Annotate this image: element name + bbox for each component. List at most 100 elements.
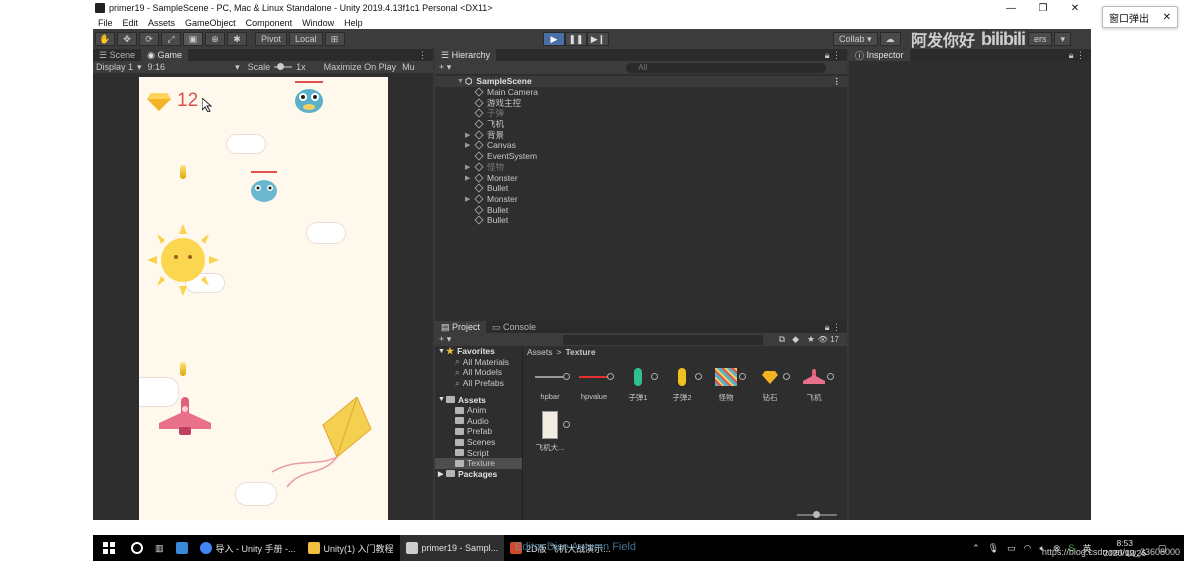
- inspector-lock-icon[interactable]: 🔒︎ ⋮: [1069, 50, 1085, 61]
- layers-dropdown[interactable]: ers: [1027, 32, 1053, 46]
- step-button[interactable]: ▶❙: [587, 32, 609, 46]
- favorite-item[interactable]: ⌕ All Models: [435, 367, 522, 378]
- icon-size-slider[interactable]: [797, 511, 837, 518]
- windows-start-icon[interactable]: [93, 535, 125, 561]
- filter-label-icon[interactable]: ◆: [792, 334, 799, 345]
- breadcrumb-current[interactable]: Texture: [565, 347, 595, 357]
- scene-menu-icon[interactable]: ⋮: [833, 76, 842, 87]
- asset-item[interactable]: 怪物: [704, 366, 748, 403]
- favorite-item[interactable]: ⌕ All Prefabs: [435, 378, 522, 389]
- project-add-button[interactable]: + ▾: [439, 334, 451, 345]
- menu-assets[interactable]: Assets: [143, 18, 180, 28]
- store-icon[interactable]: [170, 535, 194, 561]
- close-button[interactable]: ✕: [1059, 0, 1091, 16]
- scale-tool-icon[interactable]: ⤢: [161, 32, 181, 46]
- hierarchy-add-button[interactable]: + ▾: [439, 62, 451, 73]
- hand-tool-icon[interactable]: ✋: [95, 32, 115, 46]
- hierarchy-item[interactable]: Bullet: [435, 204, 847, 215]
- taskbar-app-chrome[interactable]: 导入 - Unity 手册 -...: [194, 535, 302, 561]
- menu-file[interactable]: File: [93, 18, 118, 28]
- menu-edit[interactable]: Edit: [118, 18, 144, 28]
- asset-item[interactable]: hpbar: [528, 366, 572, 401]
- taskbar-app-folder[interactable]: Unity(1) 入门教程: [302, 535, 400, 561]
- project-lock-icon[interactable]: 🔒︎ ⋮: [825, 322, 841, 333]
- tab-inspector[interactable]: ⓘ Inspector: [849, 49, 910, 61]
- menu-component[interactable]: Component: [241, 18, 298, 28]
- wifi-icon[interactable]: ◠: [1024, 543, 1032, 554]
- asset-item[interactable]: hpvalue: [572, 366, 616, 401]
- menu-help[interactable]: Help: [339, 18, 368, 28]
- restore-button[interactable]: ❐: [1027, 0, 1059, 16]
- hierarchy-item[interactable]: ▶ 怪物: [435, 162, 847, 173]
- menu-window[interactable]: Window: [297, 18, 339, 28]
- tab-scene[interactable]: ☰ Scene: [93, 49, 141, 61]
- game-view[interactable]: 12: [139, 77, 388, 520]
- mute-audio-toggle[interactable]: Mu: [402, 62, 415, 72]
- hierarchy-item[interactable]: ▶ Monster: [435, 194, 847, 205]
- asset-item[interactable]: 子弹1: [616, 366, 660, 403]
- tray-chevron-up-icon[interactable]: ⌃: [972, 543, 980, 554]
- packages-folder[interactable]: ▶ Packages: [435, 469, 522, 480]
- play-button[interactable]: ▶: [543, 32, 565, 46]
- asset-folder-item[interactable]: Scenes: [435, 437, 522, 448]
- hidden-packages-count[interactable]: 👁︎ 17: [818, 335, 839, 344]
- maximize-on-play-toggle[interactable]: Maximize On Play: [324, 62, 397, 72]
- asset-item[interactable]: 飞机大...: [528, 410, 572, 453]
- hierarchy-item[interactable]: ▶ Monster: [435, 172, 847, 183]
- menu-gameobject[interactable]: GameObject: [180, 18, 241, 28]
- asset-folder-item[interactable]: Script: [435, 447, 522, 458]
- rotate-tool-icon[interactable]: ⟳: [139, 32, 159, 46]
- breadcrumb-root[interactable]: Assets: [527, 347, 553, 357]
- tab-project[interactable]: ▤ Project: [435, 321, 487, 333]
- asset-folder-item-selected[interactable]: Texture: [435, 457, 522, 469]
- hierarchy-item[interactable]: Bullet: [435, 183, 847, 194]
- hierarchy-item[interactable]: ▶ Canvas: [435, 140, 847, 151]
- collab-button[interactable]: Collab ▾: [833, 32, 878, 46]
- grid-snap-icon[interactable]: ⊞: [324, 32, 345, 46]
- scene-expand-arrow[interactable]: ▼: [457, 78, 465, 85]
- minimize-button[interactable]: —: [995, 0, 1027, 16]
- battery-icon[interactable]: ▭: [1007, 543, 1016, 554]
- pause-button[interactable]: ❚❚: [565, 32, 587, 46]
- asset-folder-item[interactable]: Audio: [435, 416, 522, 427]
- search-icon[interactable]: [125, 535, 149, 561]
- asset-item[interactable]: 钻石: [748, 366, 792, 403]
- custom-tool-icon[interactable]: ✱: [227, 32, 247, 46]
- favorites-folder[interactable]: ▼ ★ Favorites: [435, 346, 522, 357]
- asset-item[interactable]: 子弹2: [660, 366, 704, 403]
- scale-slider[interactable]: [274, 63, 293, 70]
- rect-tool-icon[interactable]: ▣: [183, 32, 203, 46]
- task-view-icon[interactable]: ▥: [149, 535, 170, 561]
- game-tab-menu-icon[interactable]: ⋮: [418, 50, 427, 61]
- asset-folder-item[interactable]: Anim: [435, 405, 522, 416]
- popout-window-button[interactable]: 窗口弹出 ✕: [1102, 6, 1178, 28]
- display-dropdown[interactable]: Display 1: [96, 62, 133, 72]
- local-toggle[interactable]: Local: [289, 32, 323, 46]
- microphone-icon[interactable]: 🎙︎: [988, 543, 999, 554]
- filter-type-icon[interactable]: ⧉: [779, 334, 785, 345]
- hierarchy-item[interactable]: Bullet: [435, 215, 847, 226]
- assets-folder[interactable]: ▼ Assets: [435, 394, 522, 405]
- transform-tool-icon[interactable]: ⊕: [205, 32, 225, 46]
- tab-console[interactable]: ▭ Console: [486, 321, 542, 333]
- move-tool-icon[interactable]: ✥: [117, 32, 137, 46]
- cloud-icon[interactable]: ☁: [879, 32, 901, 46]
- hierarchy-item[interactable]: ▶ 背景: [435, 129, 847, 140]
- pivot-toggle[interactable]: Pivot: [255, 32, 288, 46]
- favorite-item[interactable]: ⌕ All Materials: [435, 356, 522, 368]
- aspect-dropdown[interactable]: 9:16: [148, 62, 166, 72]
- popout-close-icon[interactable]: ✕: [1163, 12, 1171, 23]
- hierarchy-lock-icon[interactable]: 🔒︎ ⋮: [825, 50, 841, 61]
- hierarchy-search-input[interactable]: All: [626, 62, 827, 73]
- asset-folder-item[interactable]: Prefab: [435, 426, 522, 437]
- aspect-dropdown-arrow[interactable]: ▾: [235, 62, 240, 73]
- tab-game[interactable]: ◉ Game: [141, 49, 188, 61]
- taskbar-app-unity[interactable]: primer19 - Sampl...: [399, 535, 505, 561]
- asset-item[interactable]: 飞机: [792, 366, 836, 403]
- favorite-icon[interactable]: ★: [807, 334, 815, 345]
- project-search-input[interactable]: [563, 334, 763, 345]
- scene-root-item[interactable]: ▼ ⬡ SampleScene ⋮: [435, 76, 847, 87]
- tab-hierarchy[interactable]: ☰ Hierarchy: [435, 49, 497, 61]
- layout-dropdown[interactable]: ▾: [1054, 32, 1071, 46]
- display-dropdown-arrow[interactable]: ▾: [137, 62, 142, 73]
